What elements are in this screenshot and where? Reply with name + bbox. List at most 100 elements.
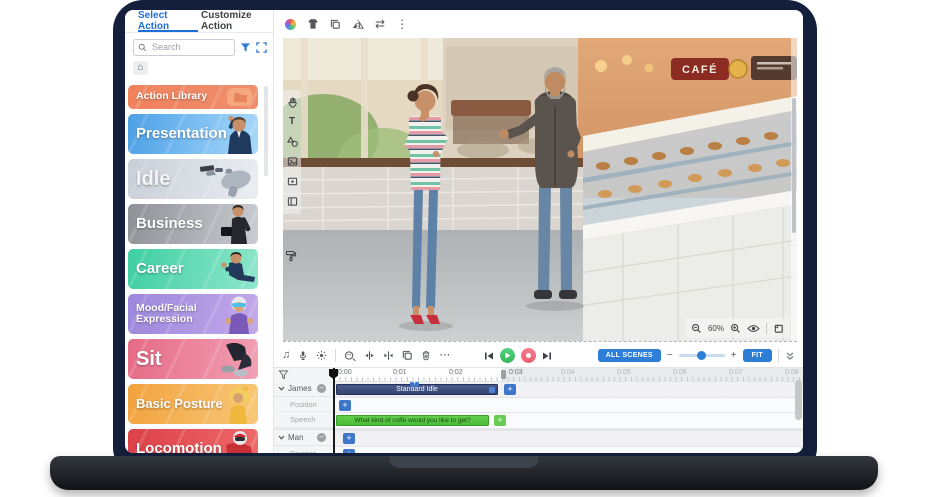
tab-customize-action[interactable]: Customize Action: [201, 10, 273, 32]
laptop-mockup: Select Action Customize Action ⌂ Action …: [0, 0, 929, 497]
track-row-speech[interactable]: What kind of coffe would you like to get…: [334, 413, 803, 429]
timeline-scrollbar-thumb[interactable]: [795, 380, 802, 420]
add-transition-button[interactable]: +: [410, 382, 419, 387]
flare-effect-icon[interactable]: [316, 350, 327, 361]
track-mute-button[interactable]: –: [317, 433, 326, 442]
viewport-scrollbar[interactable]: [791, 38, 797, 341]
search-row: [125, 33, 273, 58]
preview-eye-icon[interactable]: [747, 324, 760, 333]
timeline-ruler[interactable]: 0:00 0:01 0:02 0:03 0:04 0:05 0:06 0:07 …: [334, 368, 803, 382]
pan-hand-icon[interactable]: [287, 97, 298, 108]
filter-icon[interactable]: [240, 42, 251, 53]
collapse-timeline-icon[interactable]: [785, 351, 795, 361]
skip-end-icon[interactable]: [542, 351, 552, 361]
timeline-zoom-slider[interactable]: [679, 354, 725, 357]
record-dot: [526, 353, 531, 358]
copy-clip-icon[interactable]: [402, 350, 413, 361]
image-tool-icon[interactable]: [287, 156, 298, 167]
home-row: ⌂: [125, 58, 273, 79]
panel-layout-icon[interactable]: [287, 196, 298, 207]
face-key-icon[interactable]: [344, 350, 356, 361]
color-palette-icon[interactable]: [285, 19, 296, 30]
track-row-man[interactable]: +: [334, 431, 803, 447]
track-header-man[interactable]: Man –: [274, 430, 333, 446]
timeline-zoom-in[interactable]: +: [731, 351, 737, 361]
delete-clip-icon[interactable]: [421, 350, 431, 361]
timeline-zoom-out[interactable]: −: [667, 351, 673, 361]
collapse-chevron-icon[interactable]: [278, 435, 285, 440]
card-label: Idle: [128, 169, 170, 190]
track-row-position2[interactable]: +: [334, 447, 803, 453]
track-row-james[interactable]: Standard Idle + +: [334, 382, 803, 398]
record-button[interactable]: [521, 348, 536, 363]
outfit-icon[interactable]: [307, 18, 319, 30]
more-menu-icon[interactable]: ⋮: [396, 18, 408, 30]
search-box[interactable]: [133, 39, 235, 56]
collapse-chevron-icon[interactable]: [278, 386, 285, 391]
card-sit[interactable]: Sit: [128, 339, 258, 379]
card-mood-facial-expression[interactable]: Mood/Facial Expression: [128, 294, 258, 334]
viewport[interactable]: CAFÉ: [283, 38, 797, 342]
card-locomotion[interactable]: Locomotion: [128, 429, 258, 453]
timeline-panel: ♫ ⋯: [274, 344, 803, 453]
clip-speech[interactable]: What kind of coffe would you like to get…: [336, 415, 489, 426]
card-art-idle: [198, 159, 258, 199]
more-tools-icon[interactable]: ⋯: [439, 350, 450, 361]
duplicate-icon[interactable]: [330, 19, 341, 30]
add-key-button[interactable]: +: [343, 449, 355, 453]
mirror-flip-icon[interactable]: [352, 19, 364, 30]
card-basic-posture[interactable]: Basic Posture: [128, 384, 258, 424]
break-clip-icon[interactable]: [364, 350, 375, 361]
music-track-icon[interactable]: ♫: [282, 350, 290, 361]
add-key-button[interactable]: +: [339, 400, 351, 411]
zoom-out-icon[interactable]: [691, 323, 702, 334]
extend-clip-icon[interactable]: [383, 350, 394, 361]
play-button[interactable]: [500, 348, 515, 363]
card-action-library[interactable]: Action Library: [128, 85, 258, 109]
sidebar-scrollbar[interactable]: [264, 86, 268, 176]
track-header-james[interactable]: James –: [274, 381, 333, 397]
card-presentation[interactable]: Presentation: [128, 114, 258, 154]
swap-icon[interactable]: ⇄: [375, 18, 385, 30]
fit-button[interactable]: FIT: [743, 349, 772, 362]
video-tool-icon[interactable]: [287, 176, 298, 187]
all-scenes-button[interactable]: ALL SCENES: [598, 349, 661, 362]
track-row-position[interactable]: +: [334, 398, 803, 413]
microphone-icon[interactable]: [298, 350, 308, 361]
track-header-position2[interactable]: Position: [274, 446, 333, 453]
track-filter[interactable]: [274, 368, 333, 381]
shapes-tool-icon[interactable]: [287, 136, 298, 147]
search-input[interactable]: [150, 41, 214, 53]
slider-knob[interactable]: [697, 351, 706, 360]
track-mute-button[interactable]: –: [317, 384, 326, 393]
home-button[interactable]: ⌂: [133, 61, 148, 75]
add-clip-button[interactable]: +: [504, 384, 516, 395]
ruler-label: 0:06: [673, 369, 687, 376]
clip-label: Standard Idle: [396, 386, 438, 393]
sidebar: Select Action Customize Action ⌂ Action …: [125, 10, 274, 453]
zoom-in-icon[interactable]: [730, 323, 741, 334]
scene-end-marker[interactable]: [501, 370, 506, 379]
add-speech-button[interactable]: +: [494, 415, 506, 426]
card-business[interactable]: Business: [128, 204, 258, 244]
viewport-scene[interactable]: CAFÉ: [283, 38, 797, 341]
laptop-base: [50, 456, 878, 490]
clip-end-handle[interactable]: [489, 387, 496, 394]
card-career[interactable]: Career: [128, 249, 258, 289]
viewport-scrollbar-thumb[interactable]: [792, 98, 796, 233]
skip-start-icon[interactable]: [484, 351, 494, 361]
playhead[interactable]: [333, 368, 335, 453]
track-header-position[interactable]: Position: [274, 397, 333, 412]
fit-selection-icon[interactable]: [256, 42, 267, 53]
cafe-counter: [579, 96, 797, 341]
ruler-label: 0:01: [393, 369, 407, 376]
card-idle[interactable]: Idle: [128, 159, 258, 199]
fullscreen-frame-icon[interactable]: [773, 323, 784, 334]
text-tool-icon[interactable]: T: [289, 117, 295, 127]
folder-icon: [219, 88, 253, 108]
paint-roller-icon[interactable]: [285, 250, 297, 262]
add-clip-button[interactable]: +: [343, 433, 355, 444]
timeline-scrollbar[interactable]: [795, 380, 802, 420]
track-header-speech[interactable]: Speech: [274, 412, 333, 428]
track-name: Position: [290, 400, 317, 409]
